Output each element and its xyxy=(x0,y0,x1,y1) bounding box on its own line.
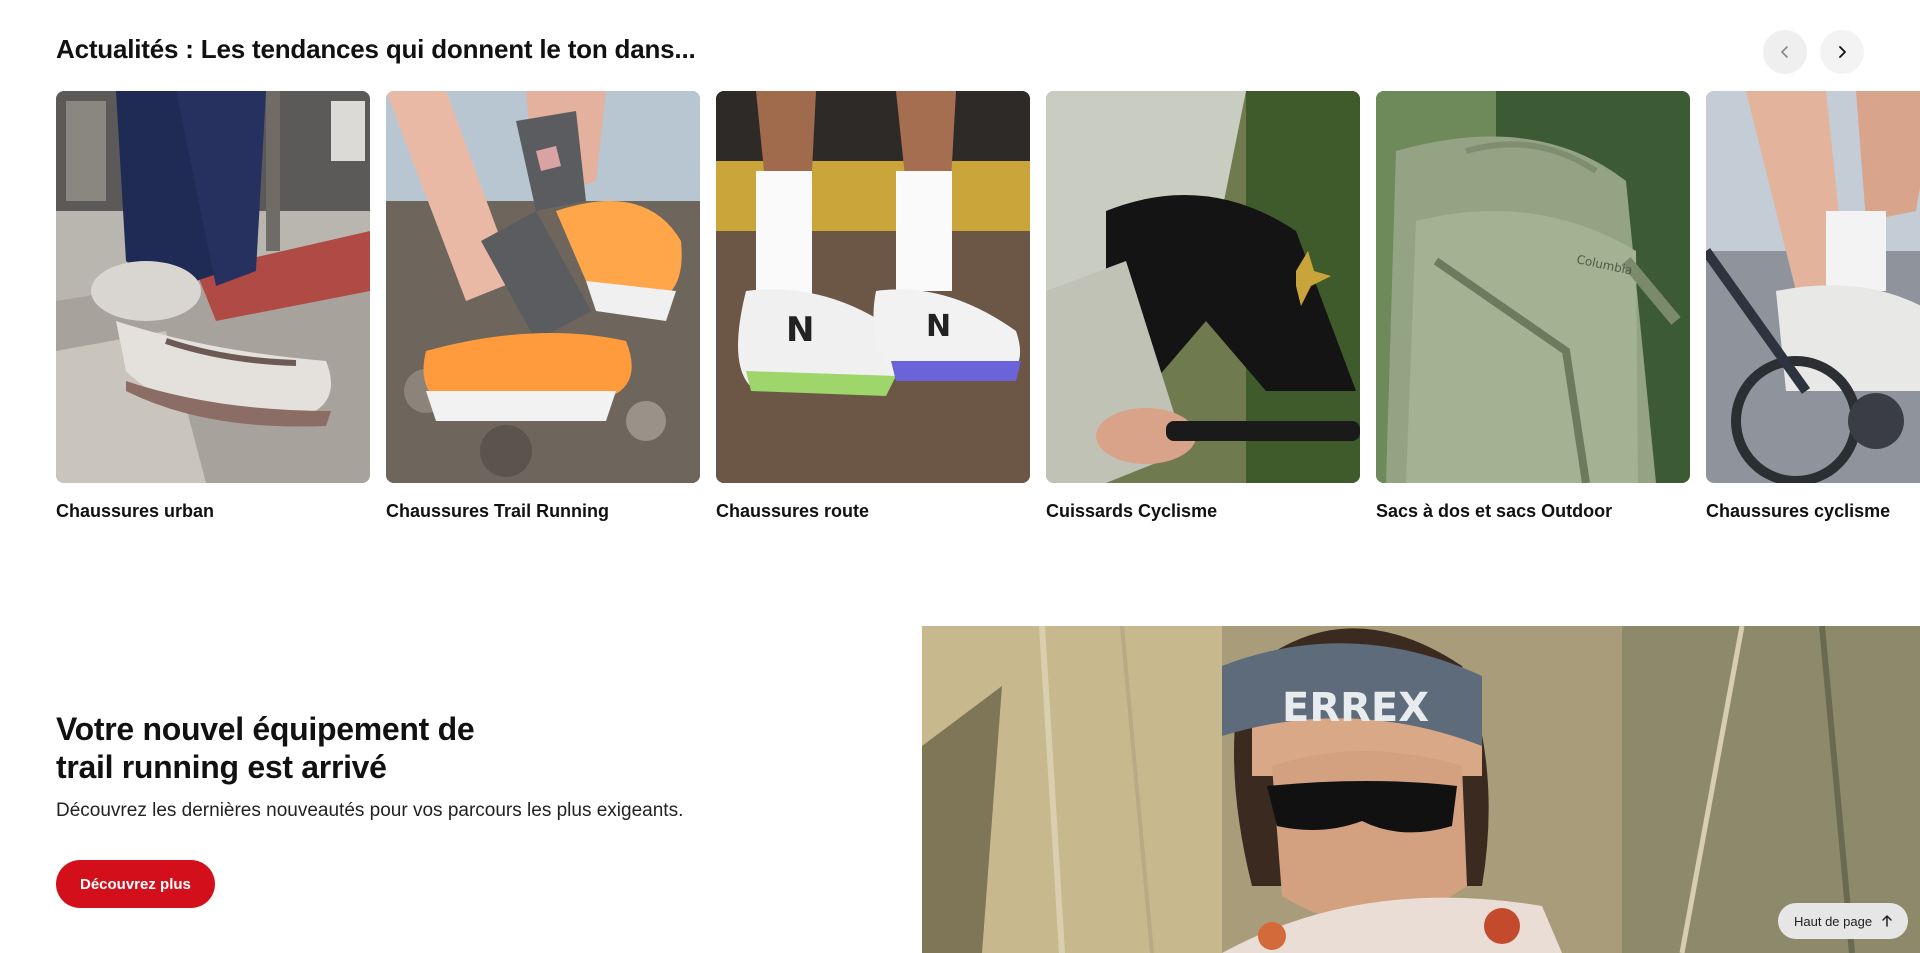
chevron-right-icon xyxy=(1839,46,1846,58)
card-label: Chaussures route xyxy=(716,501,870,521)
trends-carousel: Chaussures urban Chaussures Trail Runnin… xyxy=(56,91,1920,531)
trends-header: Actualités : Les tendances qui donnent l… xyxy=(56,30,1864,74)
back-to-top-label: Haut de page xyxy=(1794,913,1873,929)
card-image-road-shoes: N N xyxy=(716,91,1030,483)
back-to-top-button[interactable]: Haut de page xyxy=(1778,903,1909,939)
trends-title: Actualités : Les tendances qui donnent l… xyxy=(56,34,696,64)
card-label: Chaussures urban xyxy=(56,501,215,521)
card-chaussures-urban[interactable]: Chaussures urban xyxy=(56,91,370,522)
promo-section: Votre nouvel équipement de trail running… xyxy=(56,710,836,908)
svg-text:ERREX: ERREX xyxy=(1282,685,1429,731)
card-chaussures-cyclisme[interactable]: Chaussures cyclisme xyxy=(1706,91,1920,522)
carousel-next-button[interactable] xyxy=(1820,30,1864,74)
card-image-trail-shoes xyxy=(386,91,700,483)
svg-text:N: N xyxy=(786,310,814,350)
card-label: Sacs à dos et sacs Outdoor xyxy=(1376,501,1613,521)
promo-hero-image: ERREX xyxy=(922,626,1920,953)
card-chaussures-route[interactable]: N N Chaussures route xyxy=(716,91,1030,522)
promo-heading-line-2: trail running est arrivé xyxy=(56,749,387,785)
arrow-up-icon xyxy=(1882,915,1892,927)
card-image-cycling-shorts xyxy=(1046,91,1360,483)
card-chaussures-trail-running[interactable]: Chaussures Trail Running xyxy=(386,91,700,522)
card-cuissards-cyclisme[interactable]: Cuissards Cyclisme xyxy=(1046,91,1360,522)
card-sacs-outdoor[interactable]: Columbia Sacs à dos et sacs Outdoor xyxy=(1376,91,1690,522)
promo-heading-line-1: Votre nouvel équipement de xyxy=(56,711,475,747)
card-image-urban-shoes xyxy=(56,91,370,483)
card-label: Chaussures cyclisme xyxy=(1706,501,1891,521)
svg-text:N: N xyxy=(926,309,951,344)
promo-heading: Votre nouvel équipement de trail running… xyxy=(56,710,836,786)
card-label: Cuissards Cyclisme xyxy=(1046,501,1218,521)
discover-more-button[interactable]: Découvrez plus xyxy=(56,860,215,908)
chevron-left-icon xyxy=(1781,46,1788,58)
card-image-cycling-shoes xyxy=(1706,91,1920,483)
card-label: Chaussures Trail Running xyxy=(386,501,610,521)
card-image-backpack: Columbia xyxy=(1376,91,1690,483)
carousel-prev-button[interactable] xyxy=(1763,30,1807,74)
promo-subtitle: Découvrez les dernières nouveautés pour … xyxy=(56,800,684,821)
